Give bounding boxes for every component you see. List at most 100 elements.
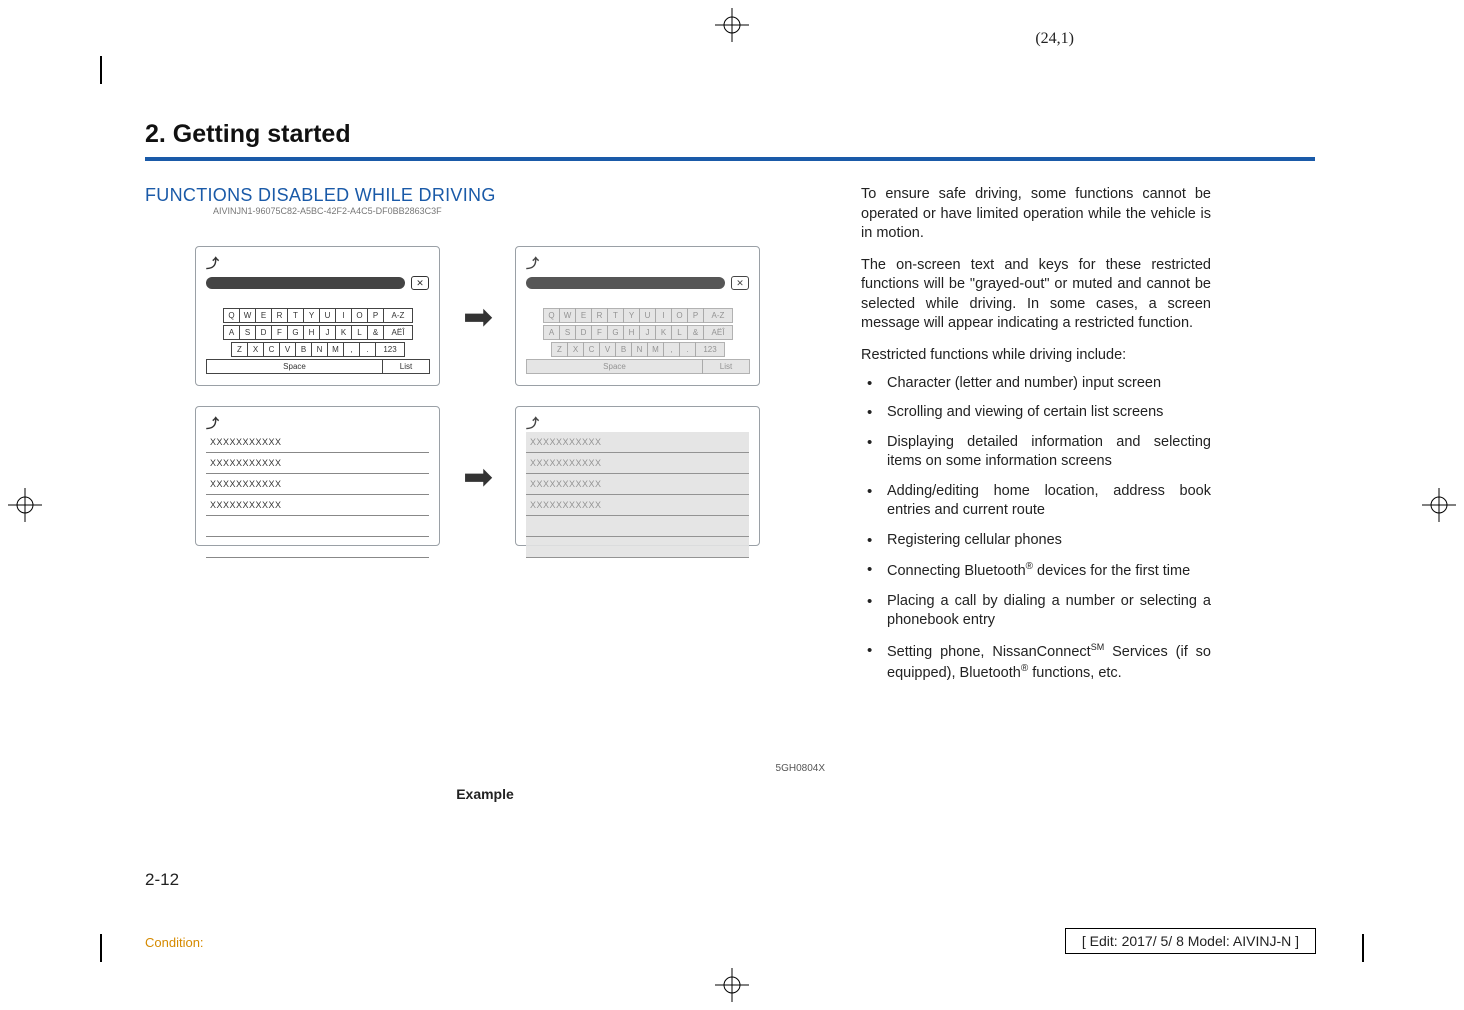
list-row: XXXXXXXXXXX: [526, 432, 749, 453]
keyboard-bottom-row: SpaceList: [526, 359, 749, 374]
keyboard-panel-dimmed: ⤴ ✕ QWERTYUIOPA-ZASDFGHJKL&AËÎZXCVBNM,.1…: [515, 246, 760, 386]
key-y: Y: [623, 308, 640, 323]
key-m: M: [327, 342, 344, 357]
list-row: XXXXXXXXXXX: [206, 495, 429, 516]
bullet-item: Setting phone, NissanConnectSM Services …: [861, 641, 1211, 684]
keyboard-active: QWERTYUIOPA-ZASDFGHJKL&AËÎZXCVBNM,.123Sp…: [206, 308, 429, 374]
list-row-blank: .: [206, 516, 429, 537]
key-e: E: [255, 308, 272, 323]
key-u: U: [639, 308, 656, 323]
keyboard-row: ASDFGHJKL&AËÎ: [206, 325, 429, 340]
key-space: Space: [206, 359, 383, 374]
key-list: List: [702, 359, 750, 374]
key-t: T: [287, 308, 304, 323]
key-r: R: [271, 308, 288, 323]
trim-tick: [100, 934, 102, 962]
key-f: F: [271, 325, 288, 340]
key-w: W: [559, 308, 576, 323]
key-list: List: [382, 359, 430, 374]
list-row: XXXXXXXXXXX: [206, 432, 429, 453]
key-a-z: A-Z: [703, 308, 733, 323]
two-column-layout: FUNCTIONS DISABLED WHILE DRIVING AIVINJN…: [145, 185, 1315, 802]
key-f: F: [591, 325, 608, 340]
list-row-blank: .: [206, 537, 429, 558]
key-x: X: [247, 342, 264, 357]
guid-code: AIVINJN1-96075C82-A5BC-42F2-A4C5-DF0BB28…: [213, 206, 825, 216]
key-i: I: [335, 308, 352, 323]
arrow-right-icon: ➡: [463, 296, 493, 338]
bullet-list: Character (letter and number) input scre…: [861, 374, 1211, 684]
list-dimmed: XXXXXXXXXXXXXXXXXXXXXXXXXXXXXXXXXXXXXXXX…: [526, 432, 749, 558]
key-p: P: [687, 308, 704, 323]
key-z: Z: [551, 342, 568, 357]
key-.: .: [359, 342, 376, 357]
key-b: B: [615, 342, 632, 357]
key-t: T: [607, 308, 624, 323]
list-row: XXXXXXXXXXX: [206, 453, 429, 474]
key-g: G: [607, 325, 624, 340]
trim-tick: [100, 56, 102, 84]
key-i: I: [655, 308, 672, 323]
crop-mark-left: [8, 488, 42, 522]
clear-icon: ✕: [731, 276, 749, 290]
bullet-item: Scrolling and viewing of certain list sc…: [861, 403, 1211, 423]
figure-area: ⤴ ✕ QWERTYUIOPA-ZASDFGHJKL&AËÎZXCVBNM,.1…: [145, 246, 825, 666]
list-panel-dimmed: ⤴ XXXXXXXXXXXXXXXXXXXXXXXXXXXXXXXXXXXXXX…: [515, 406, 760, 546]
arrow-right-icon: ➡: [463, 456, 493, 498]
page-body: 2. Getting started FUNCTIONS DISABLED WH…: [145, 120, 1315, 802]
key-o: O: [671, 308, 688, 323]
key-n: N: [631, 342, 648, 357]
back-icon: ⤴: [206, 413, 429, 432]
key-m: M: [647, 342, 664, 357]
condition-label: Condition:: [145, 935, 204, 950]
key-.: .: [679, 342, 696, 357]
list-row: XXXXXXXXXXX: [526, 453, 749, 474]
key-,: ,: [663, 342, 680, 357]
key-&: &: [367, 325, 384, 340]
back-icon: ⤴: [206, 253, 429, 272]
list-row-blank: .: [526, 516, 749, 537]
key-v: V: [599, 342, 616, 357]
page-number: 2-12: [145, 870, 179, 890]
search-field: [206, 277, 405, 289]
trim-tick: [1362, 934, 1364, 962]
key-e: E: [575, 308, 592, 323]
key-j: J: [319, 325, 336, 340]
key-g: G: [287, 325, 304, 340]
key-d: D: [575, 325, 592, 340]
key-k: K: [655, 325, 672, 340]
list-row: XXXXXXXXXXX: [526, 495, 749, 516]
keyboard-row: QWERTYUIOPA-Z: [206, 308, 429, 323]
key-space: Space: [526, 359, 703, 374]
key-v: V: [279, 342, 296, 357]
back-icon: ⤴: [526, 253, 749, 272]
key-h: H: [623, 325, 640, 340]
crop-mark-bottom: [715, 968, 749, 1002]
key-u: U: [319, 308, 336, 323]
keyboard-dimmed: QWERTYUIOPA-ZASDFGHJKL&AËÎZXCVBNM,.123Sp…: [526, 308, 749, 374]
key-l: L: [671, 325, 688, 340]
list-row-blank: .: [526, 537, 749, 558]
keyboard-bottom-row: SpaceList: [206, 359, 429, 374]
bullet-item: Displaying detailed information and sele…: [861, 433, 1211, 472]
clear-icon: ✕: [411, 276, 429, 290]
key-s: S: [559, 325, 576, 340]
list-panel-active: ⤴ XXXXXXXXXXXXXXXXXXXXXXXXXXXXXXXXXXXXXX…: [195, 406, 440, 546]
chapter-title: 2. Getting started: [145, 120, 1315, 149]
crop-mark-top: [715, 8, 749, 42]
key-a: A: [543, 325, 560, 340]
key-c: C: [263, 342, 280, 357]
search-bar: ✕: [526, 276, 749, 290]
list-row: XXXXXXXXXXX: [526, 474, 749, 495]
key-123: 123: [695, 342, 725, 357]
bullet-item: Character (letter and number) input scre…: [861, 374, 1211, 394]
key-r: R: [591, 308, 608, 323]
key-123: 123: [375, 342, 405, 357]
list-row: XXXXXXXXXXX: [206, 474, 429, 495]
key-aëî: AËÎ: [703, 325, 733, 340]
keyboard-panel-active: ⤴ ✕ QWERTYUIOPA-ZASDFGHJKL&AËÎZXCVBNM,.1…: [195, 246, 440, 386]
bullet-item: Registering cellular phones: [861, 531, 1211, 551]
key-x: X: [567, 342, 584, 357]
page-coordinate: (24,1): [1035, 30, 1074, 48]
left-column: FUNCTIONS DISABLED WHILE DRIVING AIVINJN…: [145, 185, 825, 802]
